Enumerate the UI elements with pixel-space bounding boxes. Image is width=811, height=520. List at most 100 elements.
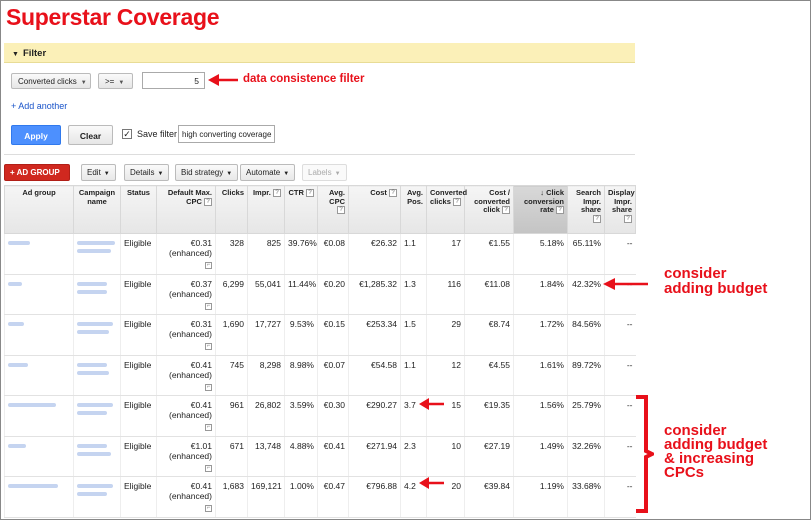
campaign-cell[interactable] <box>73 395 121 437</box>
column-header-label: Avg. CPC <box>329 188 345 206</box>
operator-dropdown[interactable]: >= ▼ <box>98 73 133 89</box>
campaign-cell[interactable] <box>73 476 121 518</box>
help-icon[interactable]: ? <box>337 206 345 215</box>
campaign-cell[interactable] <box>73 355 121 396</box>
redacted-link[interactable] <box>8 322 24 326</box>
campaign-cell[interactable] <box>73 436 121 477</box>
save-filter-name-input[interactable]: high converting coverage <box>178 125 275 143</box>
table-row[interactable]: Eligible €0.41 (enhanced) ⌐ 745 8,298 8.98% €0.… <box>4 355 636 396</box>
edit-graph-icon[interactable]: ⌐ <box>205 505 212 512</box>
edit-graph-icon[interactable]: ⌐ <box>205 383 212 391</box>
ad-group-cell[interactable] <box>4 274 74 315</box>
column-header-avg-pos[interactable]: Avg. Pos. <box>400 185 427 234</box>
apply-button[interactable]: Apply <box>11 125 61 145</box>
edit-graph-icon[interactable]: ⌐ <box>205 262 212 269</box>
redacted-link[interactable] <box>77 484 113 488</box>
filter-value-input[interactable]: 5 <box>142 72 205 89</box>
redacted-link[interactable] <box>77 370 109 375</box>
ad-group-cell[interactable] <box>4 314 74 356</box>
help-icon[interactable]: ? <box>593 214 601 223</box>
ad-group-cell[interactable] <box>4 355 74 396</box>
column-header-clicks[interactable]: Clicks <box>215 185 248 234</box>
redacted-link[interactable] <box>77 451 111 456</box>
edit-graph-icon[interactable]: ⌐ <box>205 424 212 431</box>
column-header-campaign[interactable]: Campaign name <box>73 185 121 234</box>
column-header-ctr[interactable]: CTR ? <box>284 185 318 234</box>
redacted-link[interactable] <box>8 281 22 286</box>
redacted-link[interactable] <box>77 322 113 326</box>
redacted-link[interactable] <box>77 443 107 448</box>
campaign-cell[interactable] <box>73 314 121 356</box>
ad-group-cell[interactable] <box>4 436 74 477</box>
edit-menu-button[interactable]: Edit ▼ <box>81 164 116 181</box>
max-cpc-cell[interactable]: €0.31 (enhanced) ⌐ <box>156 233 216 275</box>
column-header-search-share[interactable]: Search Impr. share ? <box>567 185 605 234</box>
column-header-display-share[interactable]: Display Impr. share ? <box>604 185 636 234</box>
redacted-link[interactable] <box>77 330 109 334</box>
redacted-link[interactable] <box>8 484 58 488</box>
help-icon[interactable]: ? <box>306 189 314 198</box>
automate-menu-button[interactable]: Automate ▼ <box>240 164 296 181</box>
campaign-cell[interactable] <box>73 233 121 275</box>
help-icon[interactable]: ? <box>502 206 510 215</box>
ad-group-cell[interactable] <box>4 233 74 275</box>
redacted-link[interactable] <box>8 443 26 448</box>
column-header-converted-clicks[interactable]: Converted clicks ? <box>426 185 467 234</box>
redacted-link[interactable] <box>77 281 107 286</box>
redacted-link[interactable] <box>77 289 107 294</box>
edit-graph-icon[interactable]: ⌐ <box>205 302 212 310</box>
column-header-status[interactable]: Status <box>120 185 157 234</box>
column-header-max-cpc[interactable]: Default Max. CPC ? <box>156 185 216 234</box>
help-icon[interactable]: ? <box>204 197 212 206</box>
redacted-link[interactable] <box>77 492 107 496</box>
bid-strategy-menu-button[interactable]: Bid strategy ▼ <box>175 164 239 181</box>
table-row[interactable]: Eligible €0.41 (enhanced) ⌐ 961 26,802 3.59% €0… <box>4 395 636 437</box>
column-header-cost-per-conv[interactable]: Cost / converted click ? <box>464 185 514 234</box>
filter-panel-header[interactable]: ▼ Filter <box>4 43 635 63</box>
column-header-cost[interactable]: Cost ? <box>348 185 401 234</box>
clear-button[interactable]: Clear <box>68 125 113 145</box>
max-cpc-value: €1.01 <box>190 440 212 451</box>
help-icon[interactable]: ? <box>556 206 564 215</box>
ad-group-cell[interactable] <box>4 476 74 518</box>
ad-group-cell[interactable] <box>4 395 74 437</box>
redacted-link[interactable] <box>77 362 107 367</box>
max-cpc-cell[interactable]: €1.01 (enhanced) ⌐ <box>156 436 216 477</box>
status-cell: Eligible <box>120 274 157 315</box>
add-another-link[interactable]: + Add another <box>11 101 67 111</box>
help-icon[interactable]: ? <box>389 189 397 198</box>
help-icon[interactable]: ? <box>453 197 461 206</box>
table-row[interactable]: Eligible €0.31 (enhanced) ⌐ 1,690 17,727 9.53%… <box>4 314 636 356</box>
metric-dropdown[interactable]: Converted clicks ▼ <box>11 73 91 89</box>
edit-graph-icon[interactable]: ⌐ <box>205 343 212 350</box>
redacted-link[interactable] <box>77 241 115 245</box>
redacted-link[interactable] <box>77 411 107 415</box>
redacted-link[interactable] <box>8 241 30 245</box>
cost-per-conv-cell: €1.55 <box>464 233 514 275</box>
max-cpc-cell[interactable]: €0.41 (enhanced) ⌐ <box>156 355 216 396</box>
table-row[interactable]: Eligible €0.37 (enhanced) ⌐ 6,299 55,041 11.44… <box>4 274 636 315</box>
max-cpc-cell[interactable]: €0.37 (enhanced) ⌐ <box>156 274 216 315</box>
redacted-link[interactable] <box>77 403 113 407</box>
table-row[interactable]: Eligible €0.41 (enhanced) ⌐ 1,683 169,121 1.00… <box>4 476 636 518</box>
details-menu-button[interactable]: Details ▼ <box>124 164 170 181</box>
column-header-avg-cpc[interactable]: Avg. CPC ? <box>317 185 349 234</box>
column-header-ad-group[interactable]: Ad group <box>4 185 74 234</box>
max-cpc-cell[interactable]: €0.41 (enhanced) ⌐ <box>156 476 216 518</box>
column-header-impr[interactable]: Impr. ? <box>247 185 285 234</box>
add-ad-group-button[interactable]: + AD GROUP <box>4 164 70 181</box>
max-cpc-cell[interactable]: €0.31 (enhanced) ⌐ <box>156 314 216 356</box>
search-share-cell: 32.26% <box>567 436 605 477</box>
table-row[interactable]: Eligible €0.31 (enhanced) ⌐ 328 825 39.76% €0.0… <box>4 233 636 275</box>
help-icon[interactable]: ? <box>273 189 281 198</box>
table-row[interactable]: Eligible €1.01 (enhanced) ⌐ 671 13,748 4.88% €0… <box>4 436 636 477</box>
redacted-link[interactable] <box>8 403 56 407</box>
edit-graph-icon[interactable]: ⌐ <box>205 464 212 472</box>
redacted-link[interactable] <box>8 362 28 367</box>
save-filter-checkbox[interactable]: ✓ <box>122 129 132 139</box>
redacted-link[interactable] <box>77 249 111 253</box>
column-header-conv-rate[interactable]: ↓ Click conversion rate ? <box>513 185 568 234</box>
campaign-cell[interactable] <box>73 274 121 315</box>
help-icon[interactable]: ? <box>624 214 632 223</box>
max-cpc-cell[interactable]: €0.41 (enhanced) ⌐ <box>156 395 216 437</box>
